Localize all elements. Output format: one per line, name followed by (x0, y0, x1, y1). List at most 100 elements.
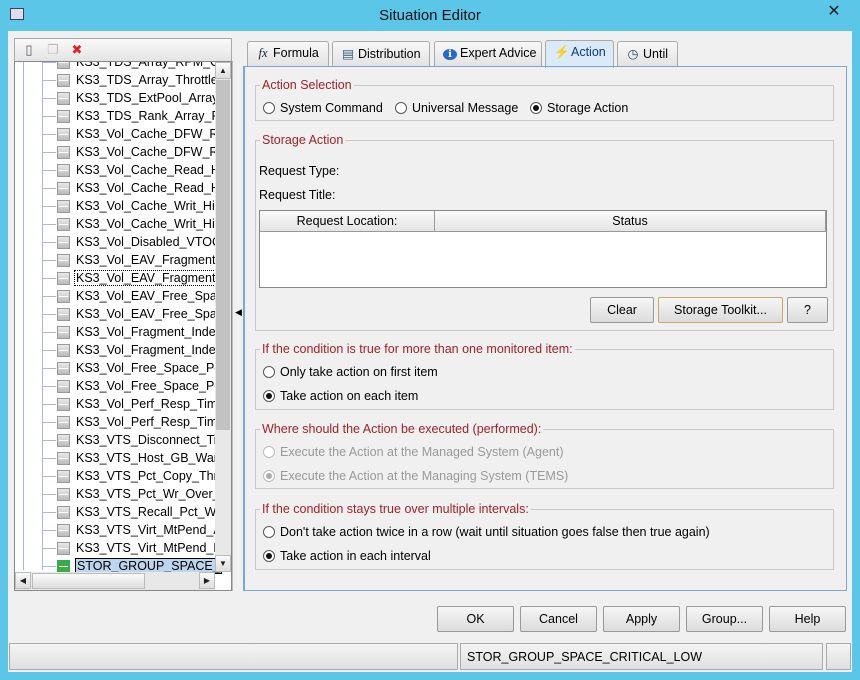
radio-system-command[interactable]: System Command (263, 101, 383, 115)
tab-expert-advice[interactable]: ℹ Expert Advice (434, 41, 542, 67)
situation-icon (57, 290, 70, 303)
close-button[interactable]: ✕ (816, 1, 852, 23)
tab-label: Action (571, 45, 606, 59)
tree-connector (43, 476, 56, 477)
tree-item[interactable]: KS3_Vol_Fragment_Inde (15, 324, 216, 342)
tree-item[interactable]: KS3_VTS_Host_GB_War (15, 450, 218, 468)
help-button[interactable]: Help (769, 606, 846, 632)
tree-item[interactable]: KS3_VTS_Virt_MtPend_M (15, 540, 224, 558)
radio-button[interactable] (530, 102, 542, 114)
tree-connector (43, 494, 56, 495)
radio-dont-repeat[interactable]: Don't take action twice in a row (wait u… (263, 525, 710, 539)
tab-distribution[interactable]: ▤ Distribution (332, 41, 430, 67)
situation-tree[interactable]: KS3_TDS_Array_RPM_O KS3_TDS_Array_Throttl… (14, 61, 232, 591)
situation-icon (57, 128, 70, 141)
tree-connector (43, 458, 56, 459)
tree-item[interactable]: KS3_Vol_Cache_Read_H (15, 180, 220, 198)
situation-icon (57, 470, 70, 483)
situation-icon (57, 326, 70, 339)
copy-situation-icon[interactable]: ❐ (45, 42, 61, 59)
tree-item-label: KS3_Vol_Fragment_Inde (76, 343, 216, 357)
situation-icon (57, 452, 70, 465)
situation-icon (57, 236, 70, 249)
tree-connector (43, 80, 56, 81)
tree-connector (43, 422, 56, 423)
tab-formula[interactable]: fx Formula (247, 41, 329, 67)
help-question-button[interactable]: ? (787, 297, 828, 323)
cancel-button[interactable]: Cancel (520, 606, 597, 632)
tree-item[interactable]: KS3_VTS_Recall_Pct_Wa (15, 504, 223, 522)
tree-item[interactable]: KS3_Vol_Disabled_VTOC (15, 234, 221, 252)
radio-first-item[interactable]: Only take action on first item (263, 365, 438, 379)
situation-icon (57, 524, 70, 537)
horizontal-scroll-thumb[interactable] (32, 573, 145, 589)
tree-item[interactable]: KS3_Vol_Perf_Resp_Tim (15, 396, 217, 414)
tree-item[interactable]: KS3_Vol_EAV_Fragment_ (15, 252, 222, 270)
tree-connector (43, 368, 56, 369)
situation-icon (57, 200, 70, 213)
radio-storage-action[interactable]: Storage Action (530, 101, 628, 115)
tree-item[interactable]: KS3_Vol_Free_Space_Po (15, 360, 221, 378)
tree-item[interactable]: KS3_Vol_EAV_Free_Spac (15, 288, 223, 306)
tree-item[interactable]: KS3_Vol_EAV_Fragment_ (15, 270, 225, 288)
situation-icon (57, 542, 70, 555)
tree-item[interactable]: KS3_VTS_Pct_Copy_Thro (15, 468, 225, 486)
radio-label: System Command (280, 101, 383, 115)
tree-connector (43, 278, 56, 279)
tab-action[interactable]: ⚡Action (545, 40, 614, 68)
radio-universal-message[interactable]: Universal Message (395, 101, 518, 115)
new-situation-icon[interactable]: ▯ (21, 42, 37, 59)
collapse-left-arrow-icon[interactable]: ◀ (235, 307, 242, 318)
tree-item[interactable]: KS3_TDS_Rank_Array_P (15, 108, 220, 126)
tree-connector (43, 404, 56, 405)
tree-item[interactable]: KS3_Vol_Cache_Writ_Hit (15, 198, 218, 216)
tree-item-label: KS3_VTS_Pct_Copy_Thro (76, 469, 225, 483)
tree-item[interactable]: KS3_VTS_Pct_Wr_Over_ (15, 486, 220, 504)
tree-item-label: KS3_Vol_Free_Space_Po (76, 379, 222, 393)
column-header-status[interactable]: Status (435, 211, 826, 232)
radio-button[interactable] (263, 390, 275, 402)
tree-item[interactable]: KS3_TDS_Array_Throttled (15, 72, 225, 90)
delete-situation-icon[interactable]: ✖ (69, 42, 85, 59)
radio-button[interactable] (263, 366, 275, 378)
ok-button[interactable]: OK (437, 606, 514, 632)
radio-each-interval[interactable]: Take action in each interval (263, 549, 431, 563)
radio-button[interactable] (263, 102, 275, 114)
tree-item[interactable]: KS3_VTS_Virt_MtPend_A (15, 522, 222, 540)
column-header-request-location[interactable]: Request Location: (260, 211, 435, 232)
tree-item[interactable]: KS3_Vol_Fragment_Inde (15, 342, 216, 360)
tree-item[interactable]: KS3_Vol_Cache_Writ_Hit (15, 216, 218, 234)
radio-label: Don't take action twice in a row (wait u… (280, 525, 710, 539)
tree-item[interactable]: KS3_Vol_Free_Space_Po (15, 378, 221, 396)
request-type-label: Request Type: (259, 164, 340, 178)
group-button[interactable]: Group... (686, 606, 763, 632)
tab-until[interactable]: ◷ Until (617, 41, 678, 67)
vertical-scroll-thumb[interactable] (216, 80, 230, 430)
tab-label: Until (643, 47, 669, 61)
tree-item[interactable]: KS3_VTS_Disconnect_Ti (15, 432, 217, 450)
storage-toolkit-button[interactable]: Storage Toolkit... (658, 297, 783, 323)
tree-item[interactable]: KS3_Vol_Perf_Resp_Tim (15, 414, 217, 432)
tree-item[interactable]: KS3_Vol_EAV_Free_Spac (15, 306, 223, 324)
tree-item[interactable]: KS3_Vol_Cache_Read_H (15, 162, 220, 180)
request-table[interactable]: Request Location: Status (259, 210, 827, 288)
tree-item[interactable]: KS3_Vol_Cache_DFW_R (15, 126, 218, 144)
scroll-up-button[interactable]: ▲ (215, 62, 231, 79)
radio-button[interactable] (263, 550, 275, 562)
radio-each-item[interactable]: Take action on each item (263, 389, 418, 403)
tree-connector (43, 530, 56, 531)
radio-button (263, 446, 275, 458)
apply-button[interactable]: Apply (603, 606, 680, 632)
splitter[interactable] (232, 61, 242, 591)
radio-button[interactable] (263, 526, 275, 538)
tree-item[interactable]: KS3_TDS_Array_RPM_O (15, 62, 220, 72)
scroll-down-button[interactable]: ▼ (215, 555, 231, 572)
scroll-left-button[interactable]: ◀ (15, 572, 31, 589)
tree-item[interactable]: KS3_Vol_Cache_DFW_R (15, 144, 218, 162)
radio-button[interactable] (395, 102, 407, 114)
tree-item-label: KS3_Vol_EAV_Free_Spac (76, 307, 224, 321)
scroll-right-button[interactable]: ▶ (199, 572, 215, 589)
tree-connector (43, 350, 56, 351)
tree-item[interactable]: KS3_TDS_ExtPool_Array_ (15, 90, 225, 108)
clear-button[interactable]: Clear (590, 297, 654, 323)
